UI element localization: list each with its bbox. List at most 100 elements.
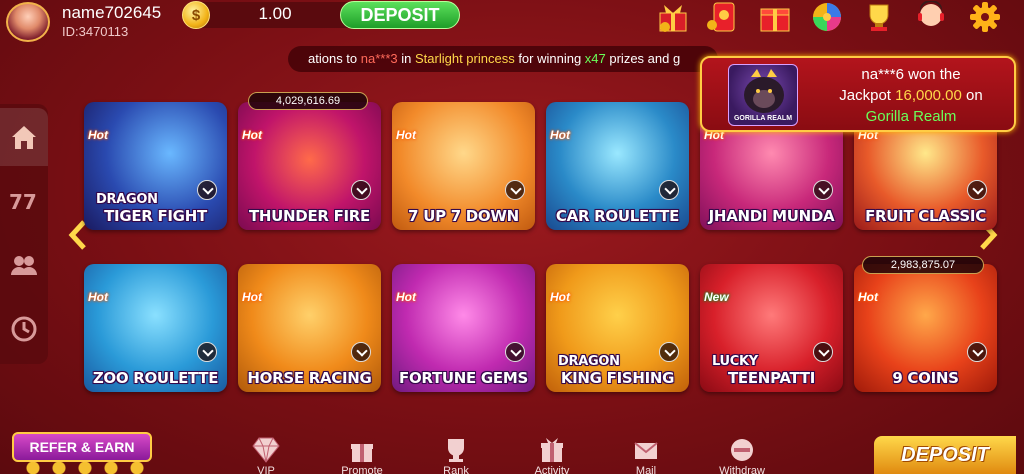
top-bar: name702645 ID:3470113 $ 1.00 DEPOSIT [0, 0, 1024, 44]
activity-gift-icon [541, 438, 563, 462]
hot-badge: Hot [88, 290, 108, 304]
vip-diamond-icon [252, 437, 280, 463]
jackpot-player-line: na***6 won the [861, 66, 961, 83]
game-tile-horse-racing[interactable]: Hot HORSE RACING [238, 264, 381, 392]
promote-gift-icon [351, 444, 373, 462]
customer-service-icon[interactable] [914, 1, 948, 33]
game-tile-thunder-fire[interactable]: Hot THUNDER FIRE [238, 102, 381, 230]
game-tile-dragon-tiger-fight[interactable]: Hot DRAGON TIGER FIGHT [84, 102, 227, 230]
marquee-multiplier: x47 [584, 51, 606, 66]
jackpot-word: Jackpot [839, 87, 896, 104]
game-title: ZOO ROULETTE [92, 369, 219, 387]
download-icon[interactable] [813, 180, 833, 200]
svg-text:77: 77 [9, 190, 37, 213]
marquee-mid: in [397, 51, 415, 66]
nav-withdraw[interactable]: Withdraw [712, 436, 772, 474]
sidebar-slots[interactable]: 77 [0, 172, 48, 230]
bottom-nav-bar: REFER & EARN VIP Promote Rank Activity M… [0, 428, 1024, 474]
jackpot-pill: 2,983,875.07 [862, 256, 984, 274]
marquee-game: Starlight princess [414, 51, 515, 66]
nav-activity[interactable]: Activity [522, 436, 582, 474]
game-tile-car-roulette[interactable]: Hot CAR ROULETTE [546, 102, 689, 230]
game-title: LUCKY TEENPATTI [712, 354, 816, 387]
marquee-player: na***3 [360, 51, 398, 66]
game-title: 9 COINS [892, 369, 959, 387]
treasure-gift-icon[interactable] [758, 1, 792, 33]
gorilla-icon [744, 69, 784, 113]
history-clock-icon [11, 316, 37, 342]
deposit-bottom-button[interactable]: DEPOSIT [874, 436, 1016, 474]
nav-rank[interactable]: Rank [426, 436, 486, 474]
withdraw-icon [731, 439, 753, 461]
jackpot-game: Gorilla Realm [865, 108, 957, 125]
hot-badge: Hot [858, 290, 878, 304]
hot-badge: Hot [88, 128, 108, 142]
jackpot-winner-popup[interactable]: GORILLA REALM na***6 won the Jackpot 16,… [700, 56, 1016, 132]
balance-value: 1.00 [258, 4, 292, 23]
sidebar-history[interactable] [0, 300, 48, 358]
hot-badge: Hot [550, 128, 570, 142]
nav-vip[interactable]: VIP [236, 436, 296, 474]
download-icon[interactable] [967, 180, 987, 200]
game-title: DRAGON KING FISHING [558, 354, 675, 387]
game-tile-zoo-roulette[interactable]: Hot ZOO ROULETTE [84, 264, 227, 392]
game-title: THUNDER FIRE [248, 207, 370, 225]
game-tile-9-coins[interactable]: Hot 9 COINS [854, 264, 997, 392]
refer-earn-button[interactable]: REFER & EARN [12, 432, 152, 462]
gorilla-realm-thumbnail: GORILLA REALM [728, 64, 798, 126]
new-badge: New [704, 290, 729, 304]
jackpot-pill: 4,029,616.69 [248, 92, 368, 110]
avatar[interactable] [6, 2, 50, 42]
slot-sevens-icon: 77 [9, 190, 37, 213]
game-tile-lucky-teenpatti[interactable]: New LUCKY TEENPATTI [700, 264, 843, 392]
coin-icon: $ [182, 1, 210, 29]
download-icon[interactable] [351, 180, 371, 200]
game-title: 7 UP 7 DOWN [408, 207, 519, 225]
hot-badge: Hot [396, 290, 416, 304]
game-title: CAR ROULETTE [555, 207, 680, 225]
gift-box-icon[interactable] [656, 1, 690, 33]
settings-gear-icon[interactable] [968, 1, 1002, 33]
coins-decoration [20, 462, 150, 474]
deposit-button[interactable]: DEPOSIT [340, 1, 460, 29]
download-icon[interactable] [659, 180, 679, 200]
download-icon[interactable] [505, 342, 525, 362]
jackpot-message: na***6 won the Jackpot 16,000.00 on Gori… [806, 64, 1016, 127]
game-title: DRAGON TIGER FIGHT [96, 192, 207, 225]
nav-promote[interactable]: Promote [332, 436, 392, 474]
hot-badge: Hot [550, 290, 570, 304]
mail-envelope-icon [634, 442, 658, 459]
game-title: FRUIT CLASSIC [865, 207, 986, 225]
user-id: ID:3470113 [62, 24, 129, 39]
red-envelope-icon[interactable] [706, 1, 740, 33]
home-icon [12, 126, 36, 149]
jackpot-on: on [961, 87, 983, 104]
game-tile-dragon-king-fishing[interactable]: Hot DRAGON KING FISHING [546, 264, 689, 392]
trophy-bonus-icon[interactable] [862, 1, 896, 33]
sidebar-friends[interactable] [0, 236, 48, 294]
left-sidebar: 77 [0, 104, 48, 364]
download-icon[interactable] [197, 342, 217, 362]
game-title: FORTUNE GEMS [399, 369, 528, 387]
game-tile-fortune-gems[interactable]: Hot FORTUNE GEMS [392, 264, 535, 392]
download-icon[interactable] [505, 180, 525, 200]
game-title: JHANDI MUNDA [708, 207, 835, 225]
rank-trophy-icon [448, 439, 464, 462]
game-tile-7-up-7-down[interactable]: Hot 7 UP 7 DOWN [392, 102, 535, 230]
nav-mail[interactable]: Mail [616, 436, 676, 474]
lucky-wheel-icon[interactable] [810, 1, 844, 33]
hot-badge: Hot [242, 128, 262, 142]
hot-badge: Hot [396, 128, 416, 142]
marquee-suffix: prizes and g [605, 51, 681, 66]
winners-marquee: ations to na***3 in Starlight princess f… [288, 46, 718, 72]
marquee-mid2: for winning [514, 51, 585, 66]
users-icon [11, 256, 37, 275]
username: name702645 [62, 3, 162, 22]
hot-badge: Hot [242, 290, 262, 304]
jackpot-amount: 16,000.00 [895, 87, 962, 104]
sidebar-home[interactable] [0, 108, 48, 166]
thumbnail-caption: GORILLA REALM [733, 115, 793, 122]
game-title: HORSE RACING [247, 369, 372, 387]
download-icon[interactable] [351, 342, 371, 362]
download-icon[interactable] [967, 342, 987, 362]
